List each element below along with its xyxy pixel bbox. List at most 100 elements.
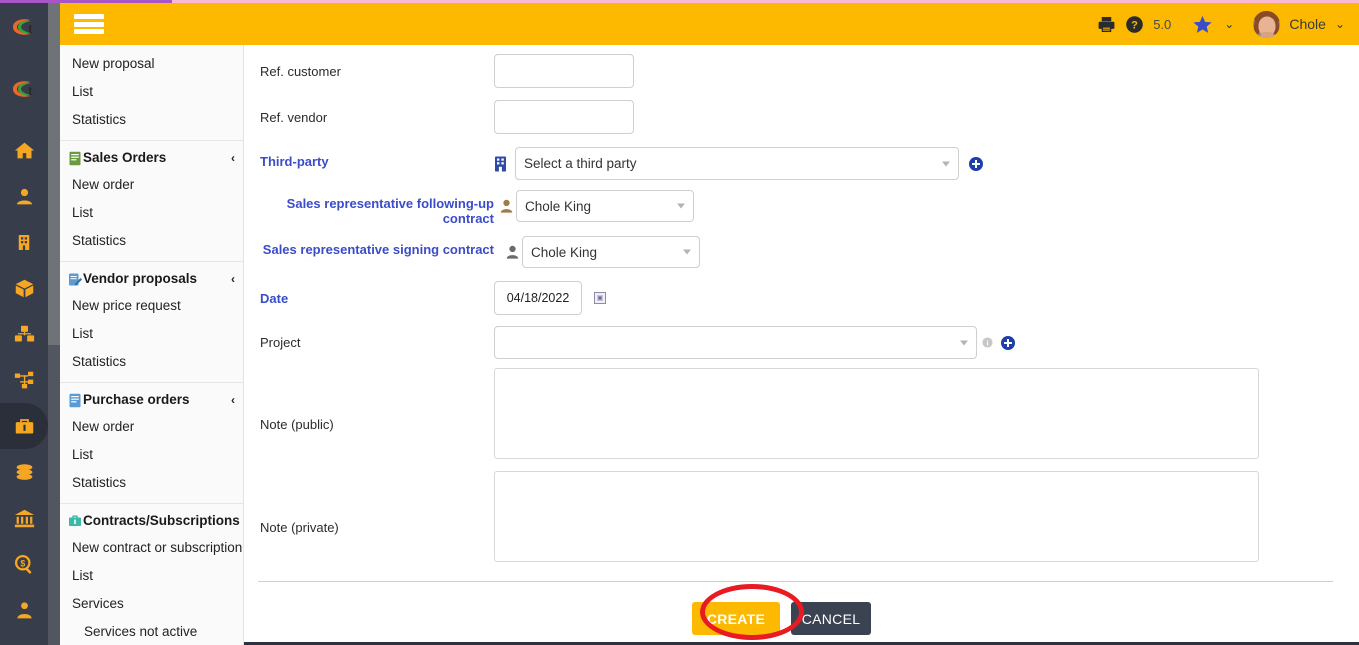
top-bar: ? 5.0 ⌄ Chole ⌄ [60, 3, 1359, 45]
printer-icon[interactable] [1097, 15, 1116, 34]
menu-item-list[interactable]: List [60, 199, 243, 227]
menu-divider [60, 382, 243, 383]
avatar[interactable] [1253, 10, 1281, 38]
app-root: t t $ ? 5.0 ⌄ Chole ⌄ New proposal List … [0, 0, 1359, 645]
sales-rep-signing-label: Sales representative signing contract [262, 242, 494, 257]
create-button[interactable]: CREATE [692, 602, 780, 635]
home-icon[interactable] [0, 127, 48, 173]
menu-item-list[interactable]: List [60, 441, 243, 469]
menu-section-label: Vendor proposals [83, 271, 198, 286]
contract-create-form: Ref. customer Ref. vendor Third-party Se… [244, 45, 1359, 645]
left-menu-panel: New proposal List Statistics Sales Order… [60, 45, 244, 645]
form-row-ref-vendor: Ref. vendor [244, 100, 1359, 134]
menu-section-sales-orders[interactable]: Sales Orders ‹ [60, 145, 243, 171]
svg-text:?: ? [1131, 19, 1138, 31]
menu-item-statistics[interactable]: Statistics [60, 469, 243, 497]
box-icon[interactable] [0, 265, 48, 311]
coins-icon[interactable] [0, 449, 48, 495]
third-party-value: Select a third party [524, 156, 637, 171]
bookmark-caret-icon[interactable]: ⌄ [1224, 18, 1234, 30]
menu-item-new-price-request[interactable]: New price request [60, 292, 243, 320]
third-party-label: Third-party [260, 154, 329, 169]
svg-text:t: t [28, 84, 33, 99]
menu-divider [60, 140, 243, 141]
top-bar-actions: ? 5.0 ⌄ Chole ⌄ [1097, 10, 1359, 38]
project-select[interactable] [494, 326, 977, 359]
hamburger-icon[interactable] [74, 12, 104, 36]
ref-vendor-input[interactable] [494, 100, 634, 134]
ref-customer-input[interactable] [494, 54, 634, 88]
help-circle-icon[interactable]: ? [1125, 15, 1144, 34]
ref-vendor-label: Ref. vendor [260, 110, 328, 125]
chevron-left-icon[interactable]: ‹ [231, 147, 235, 169]
svg-text:t: t [28, 22, 33, 37]
sales-rep-following-label: Sales representative following-up contra… [286, 196, 494, 226]
version-label: 5.0 [1153, 16, 1172, 32]
chevron-down-icon [942, 161, 950, 166]
date-input[interactable] [494, 281, 582, 315]
dolibarr-logo-secondary[interactable]: t [0, 65, 48, 113]
rail-gutter-lower [48, 345, 60, 645]
user-icon [506, 245, 519, 259]
money-search-icon[interactable]: $ [0, 541, 48, 587]
date-label: Date [260, 291, 289, 306]
note-public-textarea[interactable] [494, 368, 1259, 459]
form-row-third-party: Third-party Select a third party [244, 147, 1359, 180]
add-third-party-button[interactable] [969, 156, 983, 171]
briefcase-icon[interactable] [0, 403, 48, 449]
chevron-left-icon[interactable]: ‹ [231, 389, 235, 411]
form-row-note-private: Note (private) [244, 471, 1359, 562]
dolibarr-logo[interactable]: t [0, 3, 48, 51]
top-accent-right [172, 0, 1359, 3]
menu-item-new-order[interactable]: New order [60, 171, 243, 199]
menu-item-list[interactable]: List [60, 562, 243, 590]
info-icon[interactable]: i [982, 337, 993, 348]
menu-section-purchase-orders[interactable]: Purchase orders ‹ [60, 387, 243, 413]
stock-icon[interactable] [0, 311, 48, 357]
hr-user-icon[interactable] [0, 587, 48, 633]
menu-item-new-proposal[interactable]: New proposal [60, 50, 243, 78]
sales-rep-signing-select[interactable]: Chole King [522, 236, 700, 268]
building-icon[interactable] [0, 219, 48, 265]
menu-divider [60, 261, 243, 262]
form-row-date: Date [244, 281, 1359, 315]
form-row-sales-rep-signing: Sales representative signing contract Ch… [244, 236, 1359, 268]
star-icon[interactable] [1192, 14, 1213, 35]
menu-item-services[interactable]: Services [60, 590, 243, 618]
add-project-button[interactable] [1001, 335, 1015, 350]
form-row-note-public: Note (public) [244, 368, 1359, 459]
bank-icon[interactable] [0, 495, 48, 541]
menu-item-list[interactable]: List [60, 320, 243, 348]
note-private-textarea[interactable] [494, 471, 1259, 562]
chevron-left-icon[interactable]: ‹ [231, 268, 235, 290]
menu-item-list[interactable]: List [60, 78, 243, 106]
svg-text:$: $ [20, 558, 25, 568]
menu-section-contracts[interactable]: Contracts/Subscriptions ‹ [60, 508, 243, 534]
contract-icon [68, 514, 82, 529]
purchase-order-icon [68, 393, 82, 408]
third-party-select[interactable]: Select a third party [515, 147, 959, 180]
form-actions: CREATE CANCEL [244, 602, 1359, 635]
project-label: Project [260, 335, 301, 350]
user-icon [500, 199, 513, 213]
user-caret-icon[interactable]: ⌄ [1335, 18, 1345, 30]
calendar-icon[interactable] [594, 292, 606, 304]
folder-icon[interactable] [0, 633, 48, 645]
menu-item-statistics[interactable]: Statistics [60, 348, 243, 376]
chevron-down-icon [683, 249, 691, 255]
menu-section-vendor-proposals[interactable]: Vendor proposals ‹ [60, 266, 243, 292]
share-nodes-icon[interactable] [0, 357, 48, 403]
menu-item-statistics[interactable]: Statistics [60, 227, 243, 255]
menu-item-services-not-active[interactable]: Services not active [60, 618, 243, 645]
user-name-label[interactable]: Chole [1289, 16, 1326, 32]
menu-item-new-order[interactable]: New order [60, 413, 243, 441]
note-public-label: Note (public) [260, 417, 334, 432]
note-private-label: Note (private) [260, 520, 339, 535]
cancel-button[interactable]: CANCEL [791, 602, 871, 635]
sales-rep-following-select[interactable]: Chole King [516, 190, 694, 222]
form-row-project: Project i [244, 326, 1359, 359]
user-icon[interactable] [0, 173, 48, 219]
sales-order-icon [68, 151, 82, 166]
menu-item-new-contract[interactable]: New contract or subscription [60, 534, 243, 562]
menu-item-statistics[interactable]: Statistics [60, 106, 243, 134]
